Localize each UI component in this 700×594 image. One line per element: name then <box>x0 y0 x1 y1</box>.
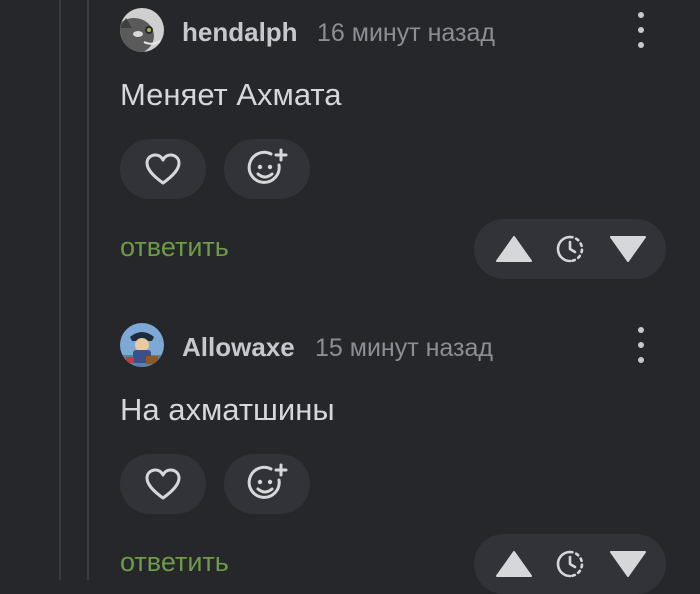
arrow-up-icon[interactable] <box>494 234 534 264</box>
add-reaction-button[interactable] <box>224 454 310 514</box>
avatar[interactable] <box>120 323 164 367</box>
arrow-down-icon[interactable] <box>608 549 648 579</box>
add-reaction-button[interactable] <box>224 139 310 199</box>
comment-header: hendalph 16 минут назад <box>120 5 680 55</box>
author-name[interactable]: Allowaxe <box>182 332 295 363</box>
comment: hendalph 16 минут назад Меняет Ахмата от… <box>120 5 700 305</box>
heart-icon <box>145 153 181 185</box>
reply-button[interactable]: ответить <box>120 232 229 263</box>
clock-icon[interactable] <box>554 548 586 580</box>
author-name[interactable]: hendalph <box>182 17 298 48</box>
heart-icon <box>145 468 181 500</box>
comment-time: 15 минут назад <box>315 334 493 362</box>
vote-panel <box>474 219 666 279</box>
thread-line-inner <box>87 0 89 580</box>
clock-icon[interactable] <box>554 233 586 265</box>
kebab-menu-icon[interactable] <box>632 10 650 50</box>
arrow-down-icon[interactable] <box>608 234 648 264</box>
pirate-avatar-icon <box>120 323 164 367</box>
vote-panel <box>474 534 666 594</box>
emoji-add-icon <box>247 148 288 184</box>
thread-line-outer <box>59 0 61 580</box>
like-button[interactable] <box>120 139 206 199</box>
comment-text: На ахматшины <box>120 392 335 427</box>
comment-time: 16 минут назад <box>317 19 495 47</box>
comment: Allowaxe 15 минут назад На ахматшины отв… <box>120 320 700 594</box>
arrow-up-icon[interactable] <box>494 549 534 579</box>
reply-button[interactable]: ответить <box>120 547 229 578</box>
like-button[interactable] <box>120 454 206 514</box>
avatar[interactable] <box>120 8 164 52</box>
comment-header: Allowaxe 15 минут назад <box>120 320 680 370</box>
comment-text: Меняет Ахмата <box>120 77 342 112</box>
kebab-menu-icon[interactable] <box>632 325 650 365</box>
cat-avatar-icon <box>120 8 164 52</box>
emoji-add-icon <box>247 463 288 499</box>
